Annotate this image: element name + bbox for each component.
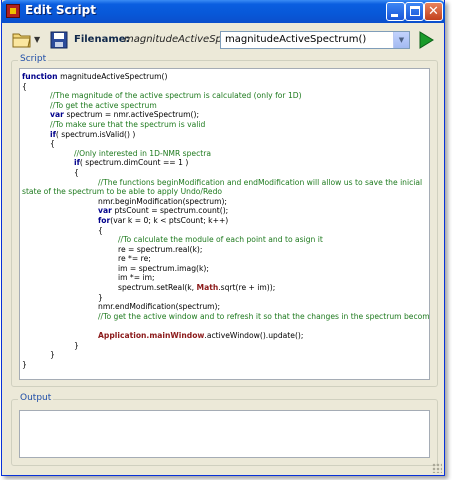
code-line: im = spectrum.imag(k);: [118, 263, 209, 273]
code-comment: //To make sure that the spectrum is vali…: [50, 119, 206, 129]
window-title: Edit Script: [25, 3, 96, 17]
keyword-for: for: [98, 215, 111, 225]
code-line: re = spectrum.real(k);: [118, 244, 203, 254]
code-line: re *= re;: [118, 254, 151, 264]
code-text: ( spectrum.dimCount == 1 ): [79, 158, 189, 168]
code-line: }: [98, 292, 103, 302]
edit-script-window: Edit Script ✕ ▼ Filename: magnitudeActiv…: [1, 0, 445, 476]
filename-label: Filename:: [74, 34, 130, 45]
app-icon: [6, 4, 20, 18]
code-comment: //The functions beginModification and en…: [22, 177, 423, 197]
minimize-button[interactable]: [386, 2, 405, 21]
code-comment: //To get the active window and to refres…: [98, 311, 430, 321]
code-text: magnitudeActiveSpectrum(): [60, 72, 168, 81]
script-group-label: Script: [18, 54, 49, 64]
output-group-label: Output: [18, 393, 54, 403]
run-play-icon[interactable]: [418, 31, 434, 49]
maximize-icon: [410, 6, 420, 16]
code-text: ptsCount = spectrum.count();: [114, 206, 229, 216]
code-line: var ptsCount = spectrum.count();: [22, 206, 428, 216]
keyword-var: var: [98, 206, 115, 216]
maximize-button[interactable]: [405, 2, 424, 21]
script-editor[interactable]: function magnitudeActiveSpectrum() { //T…: [19, 68, 430, 380]
code-line: if( spectrum.dimCount == 1 ): [22, 158, 428, 168]
code-text: (var k = 0; k < ptsCount; k++): [110, 215, 229, 225]
code-line: {: [50, 139, 55, 149]
title-bar[interactable]: Edit Script ✕: [1, 0, 445, 23]
code-line: function magnitudeActiveSpectrum(): [22, 72, 428, 82]
toolbar: ▼ Filename: magnitudeActiveSpectrum1.qs …: [8, 27, 438, 53]
code-line: spectrum.setReal(k, Math.sqrt(re + im));: [118, 283, 276, 293]
function-select[interactable]: magnitudeActiveSpectrum() ▼: [220, 31, 410, 49]
close-icon: ✕: [428, 4, 439, 19]
code-line: {: [98, 225, 103, 235]
function-select-value: magnitudeActiveSpectrum(): [225, 34, 367, 45]
code-line: if( spectrum.isValid() ): [22, 130, 428, 140]
output-group: Output: [11, 393, 438, 466]
class-application: Application.mainWindow: [98, 331, 205, 341]
open-dropdown-icon[interactable]: ▼: [34, 35, 40, 44]
open-folder-icon[interactable]: [12, 31, 32, 48]
code-line: Application.mainWindow.activeWindow().up…: [98, 331, 304, 341]
code-line: }: [50, 350, 55, 360]
script-group: Script function magnitudeActiveSpectrum(…: [11, 54, 438, 387]
output-box[interactable]: [19, 410, 430, 458]
code-block: function magnitudeActiveSpectrum() { //T…: [22, 72, 430, 369]
code-comment: //To calculate the module of each point …: [118, 235, 323, 245]
keyword-var: var: [50, 110, 67, 120]
code-line: }: [74, 340, 79, 350]
code-line: {: [74, 167, 79, 177]
code-comment: //The magnitude of the active spectrum i…: [50, 91, 302, 101]
chevron-down-icon[interactable]: ▼: [393, 32, 409, 48]
code-line: nmr.endModification(spectrum);: [98, 302, 221, 312]
code-line: for(var k = 0; k < ptsCount; k++): [22, 216, 428, 226]
class-math: Math: [196, 283, 219, 293]
code-comment: //Only interested in 1D-NMR spectra: [74, 148, 212, 158]
code-text: spectrum = nmr.activeSpectrum();: [66, 110, 200, 120]
code-line: var spectrum = nmr.activeSpectrum();: [22, 110, 428, 120]
minimize-icon: [391, 14, 398, 17]
code-line: }: [22, 359, 27, 369]
code-line: {: [22, 81, 27, 91]
resize-grip-icon[interactable]: [432, 463, 442, 473]
save-disk-icon[interactable]: [50, 31, 68, 49]
code-line: nmr.beginModification(spectrum);: [98, 196, 227, 206]
code-line: im *= im;: [118, 273, 155, 283]
code-comment: //To get the active spectrum: [50, 100, 157, 110]
code-text: ( spectrum.isValid() ): [55, 129, 136, 139]
keyword-function: function: [22, 72, 61, 81]
close-button[interactable]: ✕: [424, 2, 443, 21]
